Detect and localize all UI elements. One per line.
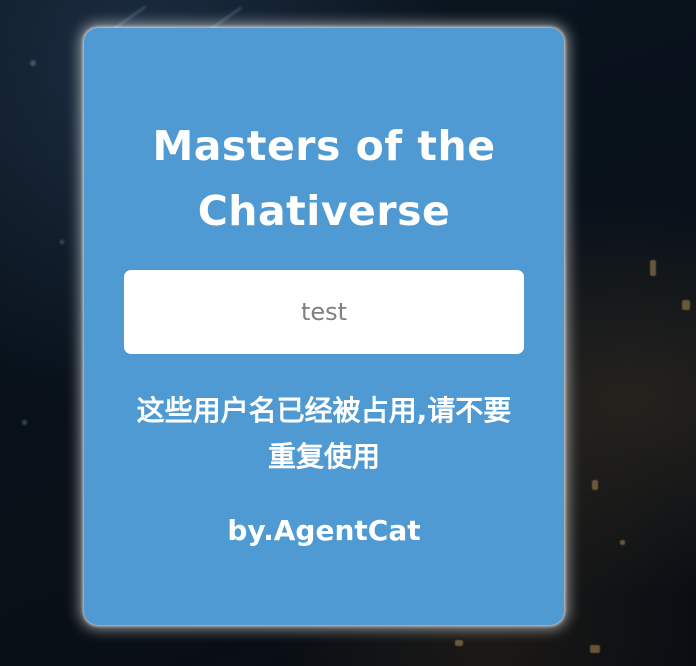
background-speck (30, 60, 36, 66)
background-speck (22, 420, 27, 425)
username-taken-message: 这些用户名已经被占用,请不要重复使用 (136, 394, 512, 473)
app-title: Masters of the Chativerse (152, 122, 496, 235)
background-speck (592, 480, 598, 490)
background-speck (650, 260, 656, 276)
background-speck (620, 540, 625, 545)
background-speck (60, 240, 64, 244)
login-card: Masters of the Chativerse 这些用户名已经被占用,请不要… (84, 28, 564, 625)
username-input[interactable] (124, 270, 524, 354)
author-credit: by.AgentCat (227, 514, 421, 547)
background-speck (455, 640, 463, 646)
background-speck (590, 645, 600, 653)
background-speck (682, 300, 690, 310)
